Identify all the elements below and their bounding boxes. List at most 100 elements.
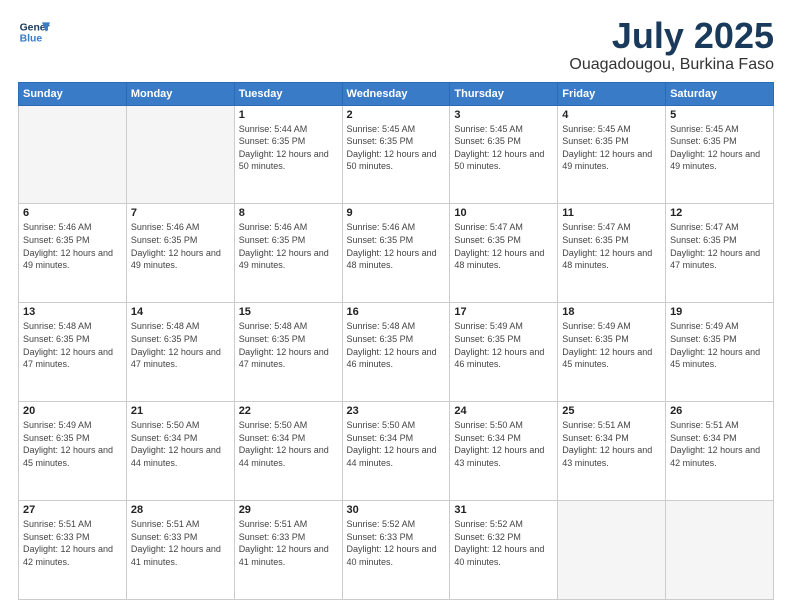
table-row: 27Sunrise: 5:51 AMSunset: 6:33 PMDayligh… — [19, 501, 127, 600]
day-info: Daylight: 12 hours and 40 minutes. — [347, 543, 446, 568]
day-info: Sunrise: 5:45 AM — [562, 123, 661, 136]
table-row: 22Sunrise: 5:50 AMSunset: 6:34 PMDayligh… — [234, 402, 342, 501]
day-info: Sunrise: 5:49 AM — [454, 320, 553, 333]
day-number: 20 — [23, 405, 122, 417]
day-info: Daylight: 12 hours and 50 minutes. — [454, 148, 553, 173]
header: General Blue July 2025 Ouagadougou, Burk… — [18, 16, 774, 74]
day-info: Sunrise: 5:51 AM — [562, 419, 661, 432]
day-info: Sunset: 6:35 PM — [454, 135, 553, 148]
day-number: 9 — [347, 207, 446, 219]
day-info: Sunrise: 5:46 AM — [23, 221, 122, 234]
col-tuesday: Tuesday — [234, 82, 342, 105]
day-info: Daylight: 12 hours and 49 minutes. — [131, 247, 230, 272]
day-info: Daylight: 12 hours and 48 minutes. — [562, 247, 661, 272]
day-info: Sunrise: 5:48 AM — [131, 320, 230, 333]
day-info: Sunrise: 5:50 AM — [239, 419, 338, 432]
table-row: 26Sunrise: 5:51 AMSunset: 6:34 PMDayligh… — [666, 402, 774, 501]
title-block: July 2025 Ouagadougou, Burkina Faso — [569, 16, 774, 74]
day-info: Daylight: 12 hours and 49 minutes. — [670, 148, 769, 173]
day-info: Daylight: 12 hours and 50 minutes. — [347, 148, 446, 173]
day-info: Sunset: 6:35 PM — [347, 333, 446, 346]
day-info: Daylight: 12 hours and 44 minutes. — [131, 444, 230, 469]
table-row: 15Sunrise: 5:48 AMSunset: 6:35 PMDayligh… — [234, 303, 342, 402]
table-row: 7Sunrise: 5:46 AMSunset: 6:35 PMDaylight… — [126, 204, 234, 303]
day-info: Sunrise: 5:48 AM — [23, 320, 122, 333]
table-row: 11Sunrise: 5:47 AMSunset: 6:35 PMDayligh… — [558, 204, 666, 303]
day-info: Sunrise: 5:49 AM — [670, 320, 769, 333]
day-info: Daylight: 12 hours and 47 minutes. — [670, 247, 769, 272]
day-number: 28 — [131, 504, 230, 516]
logo-icon: General Blue — [18, 16, 50, 48]
day-number: 17 — [454, 306, 553, 318]
day-number: 25 — [562, 405, 661, 417]
day-info: Daylight: 12 hours and 43 minutes. — [562, 444, 661, 469]
table-row — [126, 105, 234, 204]
day-number: 30 — [347, 504, 446, 516]
day-info: Sunset: 6:35 PM — [670, 234, 769, 247]
day-info: Sunset: 6:35 PM — [239, 333, 338, 346]
day-info: Daylight: 12 hours and 47 minutes. — [23, 346, 122, 371]
day-info: Daylight: 12 hours and 40 minutes. — [454, 543, 553, 568]
day-number: 13 — [23, 306, 122, 318]
day-info: Daylight: 12 hours and 49 minutes. — [562, 148, 661, 173]
day-info: Sunrise: 5:46 AM — [347, 221, 446, 234]
day-info: Sunset: 6:35 PM — [347, 135, 446, 148]
day-info: Sunrise: 5:51 AM — [239, 518, 338, 531]
table-row: 2Sunrise: 5:45 AMSunset: 6:35 PMDaylight… — [342, 105, 450, 204]
day-info: Daylight: 12 hours and 42 minutes. — [670, 444, 769, 469]
table-row: 23Sunrise: 5:50 AMSunset: 6:34 PMDayligh… — [342, 402, 450, 501]
day-info: Sunrise: 5:45 AM — [670, 123, 769, 136]
table-row: 18Sunrise: 5:49 AMSunset: 6:35 PMDayligh… — [558, 303, 666, 402]
day-info: Sunrise: 5:48 AM — [347, 320, 446, 333]
day-info: Daylight: 12 hours and 45 minutes. — [562, 346, 661, 371]
day-info: Sunrise: 5:49 AM — [562, 320, 661, 333]
day-info: Sunrise: 5:52 AM — [454, 518, 553, 531]
day-number: 6 — [23, 207, 122, 219]
day-info: Sunset: 6:34 PM — [347, 432, 446, 445]
day-number: 2 — [347, 109, 446, 121]
day-info: Sunrise: 5:51 AM — [670, 419, 769, 432]
day-info: Daylight: 12 hours and 42 minutes. — [23, 543, 122, 568]
day-info: Sunrise: 5:46 AM — [239, 221, 338, 234]
table-row: 16Sunrise: 5:48 AMSunset: 6:35 PMDayligh… — [342, 303, 450, 402]
table-row: 3 Sunrise: 5:45 AMSunset: 6:35 PMDaylight… — [450, 105, 558, 204]
table-row: 6Sunrise: 5:46 AMSunset: 6:35 PMDaylight… — [19, 204, 127, 303]
day-info: Sunset: 6:34 PM — [670, 432, 769, 445]
table-row: 13 Sunrise: 5:48 AMSunset: 6:35 PMDayligh… — [19, 303, 127, 402]
table-row: 31Sunrise: 5:52 AMSunset: 6:32 PMDayligh… — [450, 501, 558, 600]
day-info: Sunset: 6:34 PM — [131, 432, 230, 445]
table-row: 8Sunrise: 5:46 AMSunset: 6:35 PMDaylight… — [234, 204, 342, 303]
day-number: 3 — [454, 109, 553, 121]
day-info: Daylight: 12 hours and 43 minutes. — [454, 444, 553, 469]
day-info: Sunset: 6:35 PM — [239, 234, 338, 247]
day-info: Sunset: 6:34 PM — [562, 432, 661, 445]
day-info: Daylight: 12 hours and 41 minutes. — [131, 543, 230, 568]
day-number: 8 — [239, 207, 338, 219]
day-number: 16 — [347, 306, 446, 318]
table-row: 4Sunrise: 5:45 AMSunset: 6:35 PMDaylight… — [558, 105, 666, 204]
location: Ouagadougou, Burkina Faso — [569, 56, 774, 74]
day-number: 27 — [23, 504, 122, 516]
day-info: Daylight: 12 hours and 48 minutes. — [347, 247, 446, 272]
day-info: Sunset: 6:35 PM — [23, 333, 122, 346]
calendar-week-4: 20 Sunrise: 5:49 AMSunset: 6:35 PM Dayligh… — [19, 402, 774, 501]
table-row — [558, 501, 666, 600]
day-info: Sunset: 6:35 PM — [562, 135, 661, 148]
day-info: Sunset: 6:35 PM — [562, 333, 661, 346]
day-info: Sunset: 6:35 PM — [131, 234, 230, 247]
day-info: Daylight: 12 hours and 46 minutes. — [454, 346, 553, 371]
day-number: 12 — [670, 207, 769, 219]
calendar-header-row: Sunday Monday Tuesday Wednesday Thursday… — [19, 82, 774, 105]
table-row — [666, 501, 774, 600]
day-number: 1 — [239, 109, 338, 121]
day-info: Sunset: 6:33 PM — [239, 531, 338, 544]
day-info: Sunset: 6:35 PM — [239, 135, 338, 148]
day-info: Daylight: 12 hours and 41 minutes. — [239, 543, 338, 568]
day-info: Sunrise: 5:49 AM — [23, 419, 122, 432]
day-info: Sunset: 6:35 PM — [23, 432, 122, 445]
day-info: Sunset: 6:35 PM — [23, 234, 122, 247]
day-info: Sunrise: 5:45 AM — [454, 123, 553, 136]
day-info: Sunrise: 5:46 AM — [131, 221, 230, 234]
calendar-week-3: 13Sunrise: 5:48 AMSunset: 6:35 PMDayligh… — [19, 303, 774, 402]
day-info: Sunrise: 5:50 AM — [454, 419, 553, 432]
